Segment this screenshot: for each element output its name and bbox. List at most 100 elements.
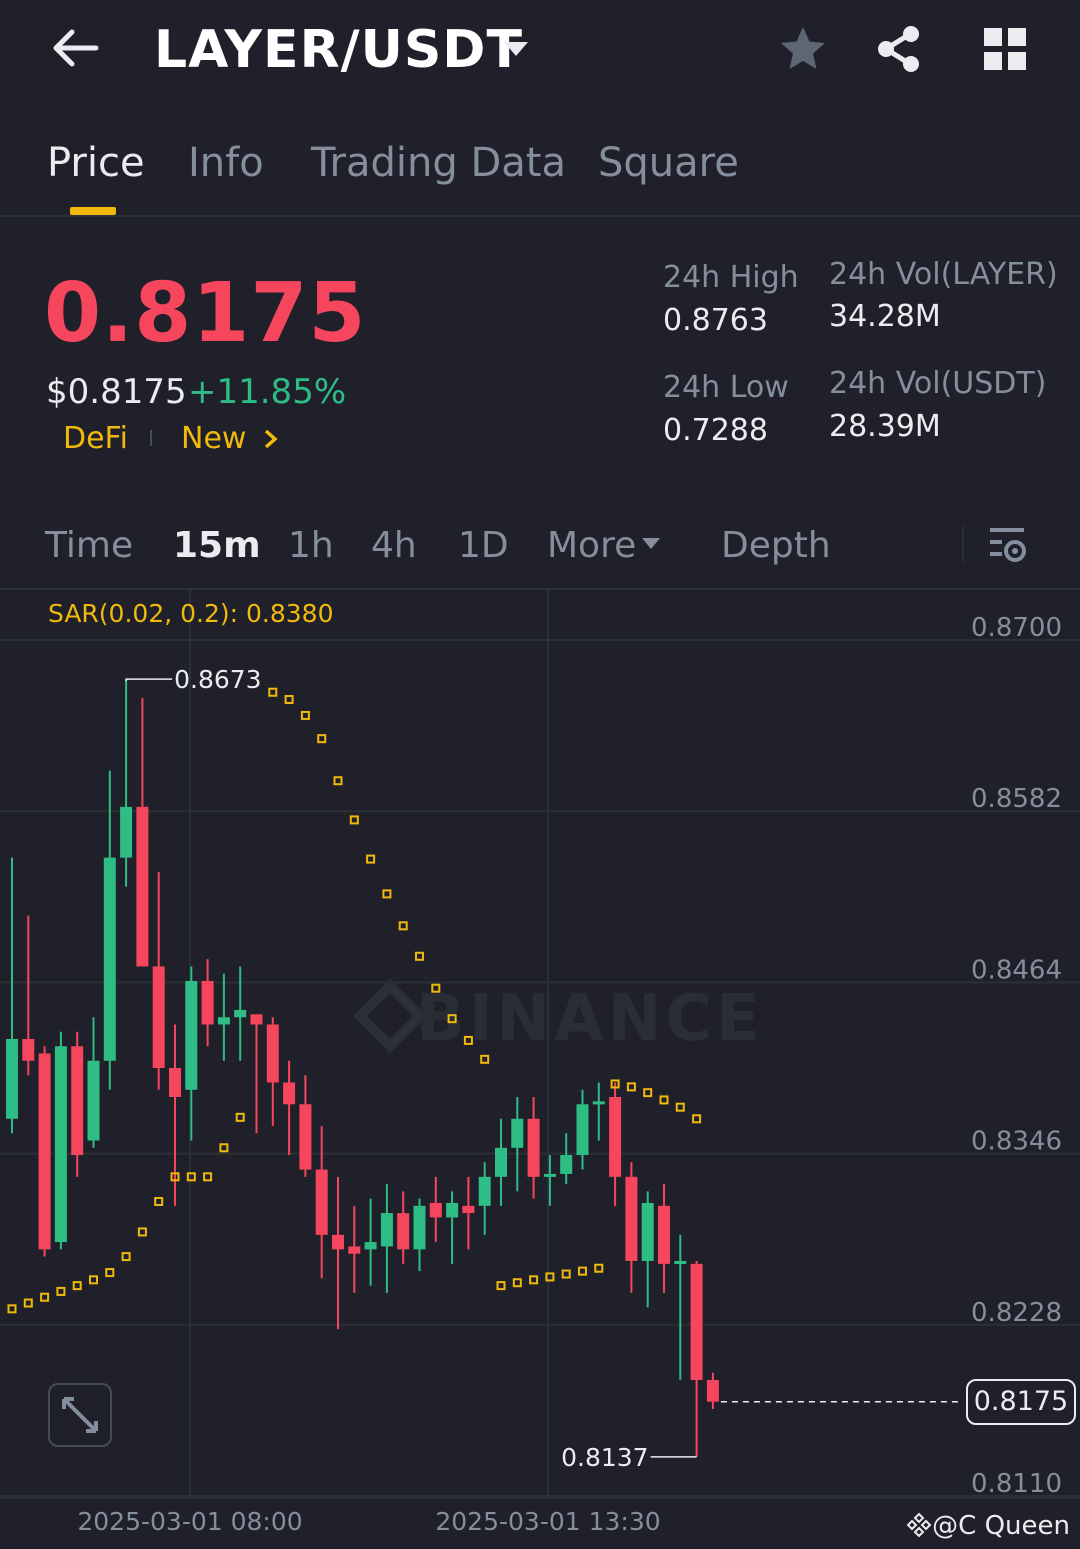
depth-tab[interactable]: Depth [721, 524, 831, 568]
sar-dot [578, 1266, 587, 1276]
candle-body [560, 1155, 573, 1174]
sar-dot [594, 1263, 604, 1273]
sar-dot [268, 687, 278, 697]
favorite-button[interactable] [778, 24, 828, 74]
candle-body [54, 1046, 67, 1243]
high-label: 24h High [663, 260, 799, 295]
apps-button[interactable] [982, 26, 1028, 72]
vol-quote-label: 24h Vol(USDT) [829, 366, 1047, 401]
candle-body [429, 1202, 442, 1218]
sar-dot [512, 1278, 522, 1288]
candle-body [201, 980, 214, 1025]
vol-base-value: 34.28M [829, 299, 941, 334]
sar-dot [186, 1172, 196, 1182]
candle-body [185, 980, 198, 1090]
sar-dot [382, 889, 392, 899]
candle-body [413, 1205, 426, 1250]
interval-time[interactable]: Time [45, 524, 133, 568]
candle-body [462, 1205, 475, 1214]
fullscreen-button[interactable] [48, 1383, 112, 1447]
sar-dot [675, 1102, 685, 1112]
sar-dot [561, 1269, 571, 1279]
candle-body [658, 1205, 670, 1264]
sar-dot [235, 1112, 245, 1122]
y-tick-label: 0.8110 [971, 1469, 1062, 1499]
candle-body [283, 1082, 296, 1105]
interval-4h[interactable]: 4h [371, 524, 417, 568]
candle-body [511, 1118, 524, 1148]
candle-body [315, 1169, 328, 1235]
vol-base-label: 24h Vol(LAYER) [829, 257, 1058, 292]
credit-text: @C Queen [932, 1511, 1070, 1541]
chart-settings-button[interactable] [988, 524, 1028, 564]
chevron-right-icon [264, 429, 278, 449]
active-tab-indicator [70, 207, 116, 215]
sar-dot [121, 1252, 131, 1262]
interval-15m[interactable]: 15m [173, 524, 261, 568]
tag-defi[interactable]: DeFi [63, 420, 128, 458]
high-marker-line [125, 678, 173, 682]
candle-body [364, 1242, 377, 1250]
x-tick-label: 2025-03-01 08:00 [77, 1507, 302, 1536]
expand-icon [62, 1397, 98, 1433]
tab-trading-data[interactable]: Trading Data [311, 138, 566, 188]
candle-body [674, 1260, 687, 1264]
candle-body [380, 1213, 393, 1247]
sar-indicator-label: SAR(0.02, 0.2): 0.8380 [48, 599, 334, 628]
low-label: 24h Low [663, 370, 789, 405]
x-tick-label: 2025-03-01 13:30 [435, 1507, 660, 1536]
candle-body [87, 1060, 100, 1141]
tab-price[interactable]: Price [47, 138, 145, 188]
y-tick-label: 0.8346 [971, 1127, 1062, 1157]
candle-body [609, 1097, 622, 1177]
tab-square[interactable]: Square [598, 138, 739, 188]
arrow-left-icon [53, 29, 99, 67]
tab-info[interactable]: Info [188, 138, 264, 188]
grid-icon [984, 28, 1026, 70]
share-button[interactable] [874, 24, 924, 74]
share-icon [878, 26, 919, 72]
chart-settings-icon [990, 528, 1026, 562]
tag-separator [150, 430, 152, 446]
candle-body [332, 1234, 344, 1250]
candle-body [495, 1147, 507, 1177]
pair-title[interactable]: LAYER/USDT [154, 18, 523, 82]
candle-body [543, 1173, 556, 1177]
interval-more[interactable]: More [547, 524, 636, 568]
candle-body [266, 1024, 279, 1083]
current-price-tag: 0.8175 [966, 1379, 1076, 1425]
sar-dot [398, 921, 408, 931]
candle-body [592, 1101, 605, 1105]
sar-dot [7, 1304, 17, 1314]
candle-body [217, 1017, 230, 1025]
candle-body [120, 806, 133, 858]
caret-down-icon [504, 42, 528, 56]
sar-dot [154, 1196, 164, 1206]
candlestick-chart[interactable]: 0.8700 0.8582 0.8464 0.8346 0.8228 0.8110 2025… [0, 588, 1080, 1549]
high-value: 0.8763 [663, 303, 768, 338]
sar-dot [72, 1281, 82, 1291]
candle-body [446, 1202, 459, 1218]
interval-1h[interactable]: 1h [288, 524, 334, 568]
candle-body [71, 1046, 84, 1156]
candle-body [38, 1053, 51, 1250]
tags-more-button[interactable] [262, 428, 280, 450]
low-value: 0.7288 [663, 413, 768, 448]
interval-1d[interactable]: 1D [458, 524, 509, 568]
sar-dot [496, 1281, 506, 1291]
high-marker-label: 0.8673 [174, 665, 261, 694]
more-dropdown-caret[interactable] [640, 535, 662, 551]
candle-body [169, 1068, 181, 1098]
sar-dot [203, 1172, 213, 1182]
sar-dot [105, 1268, 115, 1278]
candle-body [478, 1176, 491, 1206]
back-button[interactable] [50, 26, 100, 70]
sar-dot [56, 1286, 66, 1296]
sar-dot [643, 1088, 653, 1098]
credit-label: @C Queen [906, 1510, 1070, 1542]
candle-body [299, 1104, 312, 1170]
tag-new[interactable]: New [181, 420, 246, 458]
pair-dropdown[interactable] [500, 36, 532, 60]
y-tick-label: 0.8700 [971, 613, 1062, 643]
sar-dot [333, 776, 343, 786]
